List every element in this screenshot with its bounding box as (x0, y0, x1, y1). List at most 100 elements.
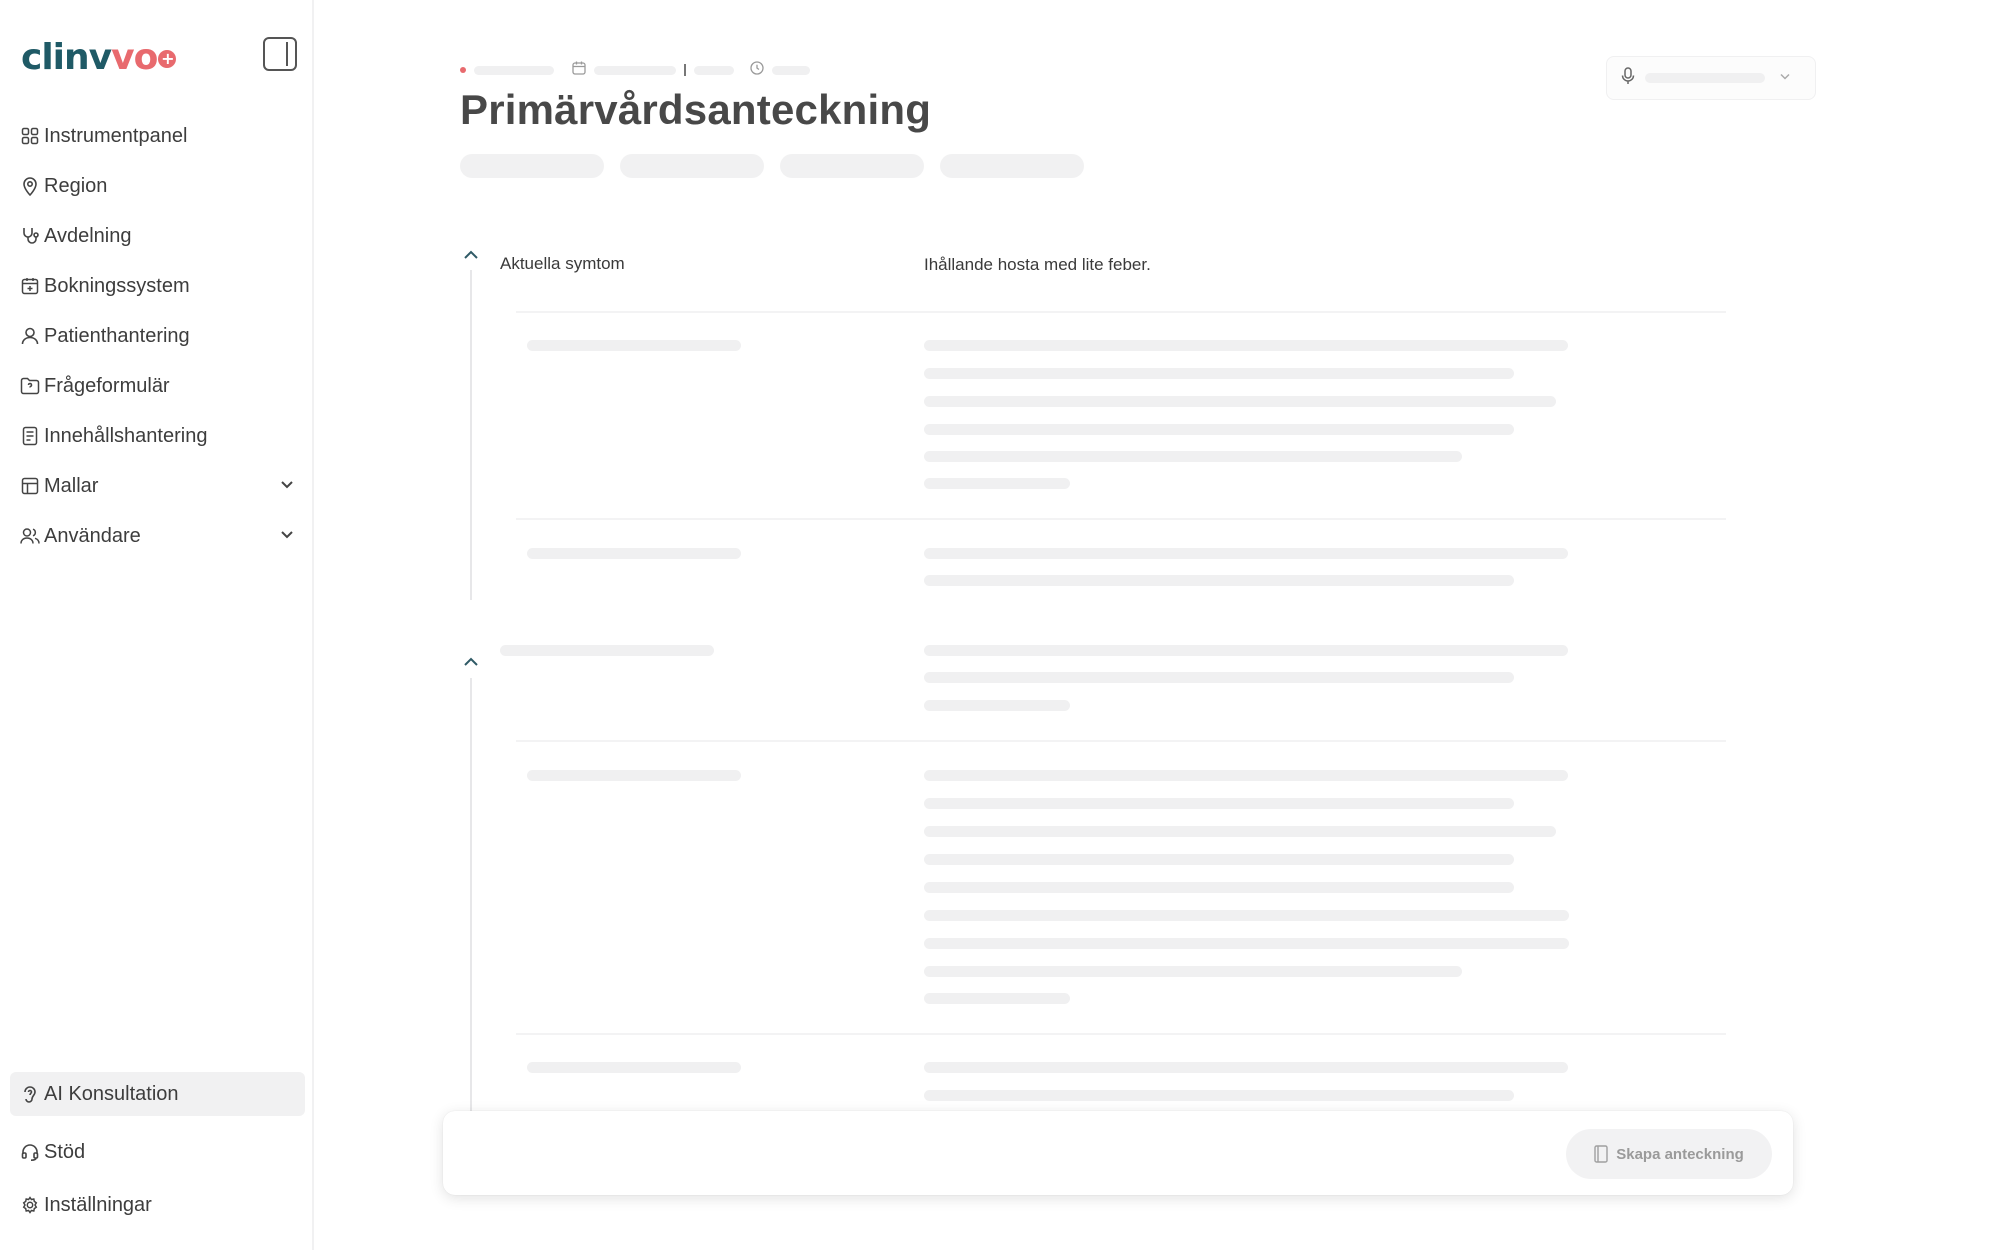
calendar-plus-icon (20, 276, 40, 296)
skeleton-line (924, 826, 1556, 837)
stethoscope-icon (20, 226, 40, 246)
collapse-section-icon[interactable] (459, 650, 483, 674)
users-icon (20, 526, 40, 546)
chevron-down-icon[interactable] (279, 526, 295, 547)
sidebar-toggle-icon[interactable] (263, 37, 297, 71)
ear-icon (20, 1084, 40, 1104)
skeleton-line (924, 966, 1462, 977)
skeleton-line (924, 368, 1514, 379)
skeleton-line (527, 548, 741, 559)
chevron-down-icon[interactable] (279, 476, 295, 497)
sidebar-item-label: AI Konsultation (44, 1082, 179, 1105)
skeleton-line (474, 65, 554, 75)
main-content: Primärvårdsanteckning Aktuella symtom Ih… (316, 0, 2000, 1250)
gear-icon (20, 1195, 40, 1215)
skeleton-line (772, 65, 810, 75)
sidebar-item-label: Region (44, 174, 108, 197)
logo[interactable]: clinv vo + (21, 34, 177, 80)
sidebar-item-ai-konsultation[interactable]: AI Konsultation (10, 1072, 305, 1116)
sidebar-item-bokningssystem[interactable]: Bokningssystem (10, 264, 305, 308)
row-divider (516, 518, 1726, 520)
sidebar-item-label: Instrumentpanel (44, 124, 188, 147)
skeleton-line (924, 1062, 1568, 1073)
row-divider (516, 740, 1726, 742)
create-note-button[interactable]: Skapa anteckning (1566, 1129, 1772, 1179)
skeleton-chip (620, 154, 764, 178)
page-title: Primärvårdsanteckning (460, 86, 932, 133)
row-divider (516, 1033, 1726, 1035)
section-line (470, 678, 472, 1118)
note-action-bar: Skapa anteckning (443, 1111, 1793, 1195)
microphone-icon (1621, 66, 1635, 90)
sidebar-item-label: Bokningssystem (44, 274, 190, 297)
row-divider (516, 311, 1726, 313)
sidebar-item-instrumentpanel[interactable]: Instrumentpanel (10, 114, 305, 158)
sidebar-item-mallar[interactable]: Mallar (10, 464, 305, 508)
create-note-label: Skapa anteckning (1616, 1145, 1744, 1163)
skeleton-line (924, 854, 1514, 865)
notebook-icon (1594, 1145, 1608, 1163)
app-window: clinvvo+ Instrumentpanel Region Avdeln (0, 0, 2000, 1250)
tag-chips-skeleton (460, 154, 1084, 178)
sidebar-item-frageformular[interactable]: Frågeformulär (10, 364, 305, 408)
divider (684, 64, 686, 76)
sidebar-item-anvandare[interactable]: Användare (10, 514, 305, 558)
note-meta-skeleton (460, 60, 810, 80)
skeleton-line (527, 770, 741, 781)
skeleton-line (924, 451, 1462, 462)
headset-icon (20, 1142, 40, 1162)
logo-text: clinv (21, 36, 112, 78)
field-label: Aktuella symtom (500, 254, 625, 273)
sidebar-item-innehallshantering[interactable]: Innehållshantering (10, 414, 305, 458)
skeleton-line (924, 548, 1568, 559)
logo-plus: + (158, 50, 177, 68)
microphone-select[interactable] (1606, 56, 1816, 100)
field-value: Ihållande hosta med lite feber. (924, 255, 1151, 274)
table-icon (20, 476, 40, 496)
skeleton-line (924, 910, 1569, 921)
status-dot (460, 67, 466, 73)
skeleton-chip (940, 154, 1084, 178)
sidebar-item-label: Stöd (44, 1140, 86, 1163)
sidebar-item-region[interactable]: Region (10, 164, 305, 208)
sidebar-item-installningar[interactable]: Inställningar (10, 1183, 305, 1227)
skeleton-line (924, 1090, 1514, 1101)
skeleton-line (924, 672, 1514, 683)
sidebar-item-label: Frågeformulär (44, 374, 170, 397)
sidebar-item-patienthantering[interactable]: Patienthantering (10, 314, 305, 358)
skeleton-chip (460, 154, 604, 178)
sidebar-item-label: Användare (44, 524, 141, 547)
logo-accent: vo (111, 36, 158, 78)
sidebar-item-avdelning[interactable]: Avdelning (10, 214, 305, 258)
skeleton-line (924, 396, 1556, 407)
skeleton-line (924, 340, 1568, 351)
user-icon (20, 326, 40, 346)
skeleton-line (527, 1062, 741, 1073)
skeleton-line (924, 770, 1568, 781)
collapse-section-icon[interactable] (459, 243, 483, 267)
map-pin-icon (20, 176, 40, 196)
skeleton-line (924, 993, 1070, 1004)
folder-question-icon (20, 376, 40, 396)
skeleton-line (924, 575, 1514, 586)
skeleton-line (594, 65, 676, 75)
skeleton-line (924, 478, 1070, 489)
chevron-down-icon (1779, 69, 1791, 87)
sidebar-item-label: Innehållshantering (44, 424, 208, 447)
skeleton-line (500, 645, 714, 656)
section-line (470, 270, 472, 600)
sidebar-item-label: Patienthantering (44, 324, 190, 347)
skeleton-line (924, 645, 1568, 656)
skeleton-line (527, 340, 741, 351)
clock-icon (750, 60, 764, 80)
skeleton-line (924, 700, 1070, 711)
sidebar-item-stod[interactable]: Stöd (10, 1130, 305, 1174)
skeleton-line (924, 882, 1514, 893)
skeleton-chip (780, 154, 924, 178)
skeleton-line (694, 65, 734, 75)
skeleton-line (1645, 73, 1765, 83)
grid-icon (20, 126, 40, 146)
sidebar-item-label: Inställningar (44, 1193, 152, 1216)
sidebar-item-label: Mallar (44, 474, 99, 497)
document-icon (20, 426, 40, 446)
